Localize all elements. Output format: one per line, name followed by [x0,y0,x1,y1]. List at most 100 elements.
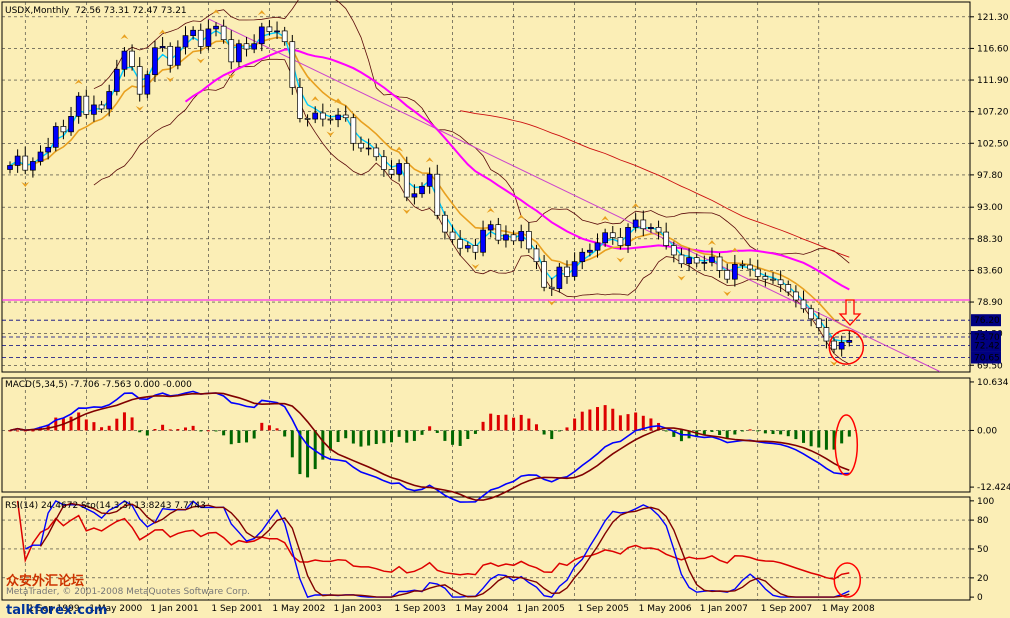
candle [7,165,13,170]
candle [52,126,59,148]
candle [587,249,593,253]
macd-hist-bar [756,430,760,432]
macd-hist-bar [390,430,393,443]
candle [670,245,677,256]
candle [762,276,769,280]
candle [632,219,639,228]
candle [655,227,662,233]
macd-hist-bar [771,430,775,435]
candle [739,264,746,266]
candle [297,87,303,119]
macd-hist-bar [69,416,73,431]
macd-hist-bar [763,430,767,434]
candle [182,35,189,48]
macd-hist-bar [626,414,630,431]
macd-hist-bar [405,430,409,443]
candle [518,231,525,242]
x-tick-label: 1 Jan 2005 [517,604,565,614]
candle [625,227,631,246]
y-tick-label: 78.90 [977,298,1003,308]
macd-hist-bar [618,415,622,431]
macd-hist-bar [550,430,554,440]
candle [457,239,464,249]
candle [342,114,349,119]
candle [83,95,90,115]
candle [823,327,830,342]
macd-hist-bar [382,430,386,444]
macd-hist-bar [191,425,195,431]
osc-tick-label: 80 [977,516,989,526]
candle [426,173,433,187]
macd-hist-bar [443,430,447,441]
macd-hist-bar [481,421,485,431]
x-tick-label: 1 May 2002 [272,604,325,614]
macd-hist-bar [115,418,119,431]
candle [556,266,563,289]
chart-canvas[interactable]: 1 Sep 1999 1 May 2000 1 Jan 2001 1 Sep 2001… [0,0,1010,618]
candle [442,214,448,233]
candle [358,142,364,149]
candle [770,278,776,281]
macd-hist-bar [344,430,348,439]
candle [472,245,479,253]
macd-hist-bar [100,427,104,431]
macd-hist-bar [603,405,607,431]
candle [495,224,502,241]
macd-hist-bar [435,430,439,433]
macd-tick-label: 10.634 [977,378,1009,388]
candle [136,66,143,95]
macd-hist-bar [267,425,271,431]
macd-hist-bar [16,430,20,432]
macd-hist-bar [466,430,470,440]
macd-hist-bar [275,428,279,431]
macd-label: MACD(5,34,5) -7.706 -7.563 0.000 -0.000 [5,380,192,390]
macd-hist-bar [748,429,752,431]
macd-hist-bar [557,430,561,432]
candle [678,254,685,265]
macd-hist-bar [336,430,340,442]
macd-hist-bar [840,430,844,444]
candle [213,25,219,30]
logo-en: talkforex.com [6,603,107,618]
candle [846,340,853,343]
macd-hist-bar [847,430,851,437]
macd-hist-bar [176,429,180,431]
macd-hist-bar [527,418,531,431]
macd-hist-bar [367,430,371,446]
macd-hist-bar [130,417,134,431]
candle [37,151,44,162]
macd-hist-bar [214,430,218,432]
candle [98,104,105,110]
macd-tick-label: -12.424 [977,483,1010,493]
candle [419,185,425,195]
candle [487,224,494,231]
candle [381,156,387,170]
macd-hist-bar [161,424,165,431]
macd-hist-bar [168,429,172,431]
macd-hist-bar [786,430,790,437]
x-tick-label: 1 Sep 2003 [395,604,446,614]
macd-hist-bar [153,428,157,431]
candle [45,146,52,153]
macd-hist-bar [183,427,187,431]
macd-hist-bar [519,414,523,431]
candle [480,229,486,253]
candle [251,43,258,50]
candle [22,155,29,171]
chart-window: 1 Sep 1999 1 May 2000 1 Jan 2001 1 Sep 2001… [0,0,1010,618]
macd-hist-bar [122,412,126,431]
macd-hist-bar [252,430,256,439]
y-tick-label: 88.30 [977,235,1003,245]
macd-hist-bar [107,425,111,431]
osc-tick-label: 20 [977,574,989,584]
macd-hist-bar [710,430,714,432]
macd-hist-bar [496,415,500,431]
y-tick-label: 97.80 [977,171,1003,181]
y-tick-label: 93.00 [977,203,1003,213]
macd-hist-bar [359,430,363,447]
macd-hist-bar [565,427,569,431]
macd-hist-bar [222,430,226,436]
chart-header-ohlc: 72.56 73.31 72.47 73.21 [75,6,187,16]
osc-tick-label: 0 [977,593,983,603]
candle [289,41,296,88]
